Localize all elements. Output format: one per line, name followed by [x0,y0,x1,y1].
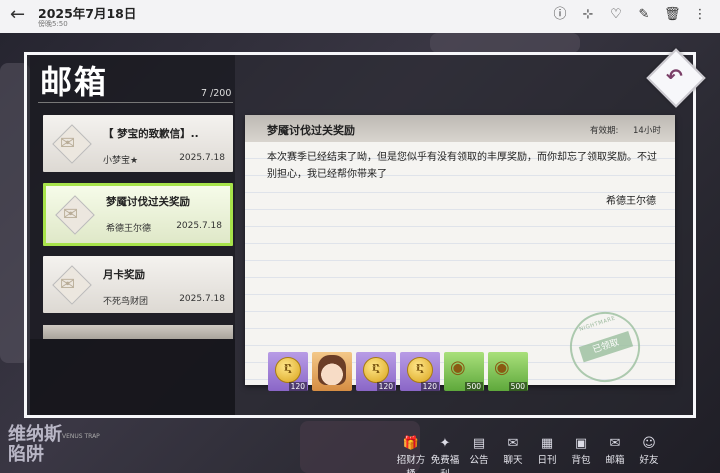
expire-label: 有效期: [590,126,619,136]
envelope-icon: ✉ [55,195,95,235]
nav-item-bag[interactable]: ▣ 背包 [565,436,597,473]
reward-qty: 120 [420,382,439,391]
coin-icon: Ⴀ [275,357,301,383]
more-icon[interactable]: ⋮ [692,7,708,23]
game-logo-subtitle: VENUS TRAP [62,433,100,440]
nav-item-daily[interactable]: ▦ 日刊 [531,436,563,473]
friends-icon: ☺ [642,436,656,451]
welfare-icon: ✦ [439,436,451,451]
reward-item-coin[interactable]: Ⴀ 120 [268,352,308,391]
mail-item-partial[interactable] [43,325,233,339]
nav-item-gift[interactable]: 🎁招财方桶 [395,436,427,473]
stamp-label: 已领取 [578,331,634,363]
reward-qty: 120 [288,382,307,391]
mail-detail-title: 梦魇讨伐过关奖励 [267,124,355,137]
mail-detail-body: 本次赛季已经结束了呦，但是您似乎有没有领取的丰厚奖励，而你却忘了领取奖励。不过别… [245,142,675,392]
notice-icon: ▤ [472,436,486,451]
viewer-toolbar: ← 2025年7月18日 傍晚5:50 ⓘ ⊹ ♡ ✎ 🗑 ⋮ [0,0,720,33]
mail-item-sender: 希德王尔德 [106,224,152,234]
nav-item-mail[interactable]: ✉ 邮箱 [599,436,631,473]
reward-qty: 500 [508,382,527,391]
mail-item-nightmare-reward[interactable]: ✉ 梦魇讨伐过关奖励 希德王尔德 2025.7.18 [43,183,233,246]
mail-item-monthly-card[interactable]: ✉ 月卡奖励 不死鸟财团 2025.7.18 [43,256,233,313]
coin-icon: Ⴀ [407,357,433,383]
delete-icon[interactable]: 🗑 [664,7,681,23]
mail-icon: ✉ [609,436,621,451]
envelope-icon: ✉ [52,124,92,164]
reward-item-coin[interactable]: Ⴀ 120 [356,352,396,391]
mail-detail: 梦魇讨伐过关奖励 有效期: 14小时 本次赛季已经结束了呦，但是您似乎有没有领取… [245,115,675,392]
list-fade [30,339,235,415]
mailbox-title: 邮箱 [40,63,109,101]
mail-item-title: 月卡奖励 [103,269,145,281]
reward-item-gold[interactable]: ◉ 500 [488,352,528,391]
mailbox-window: 邮箱 7 /200 ✉ 【 梦宝的致歉信】.. 小梦宝★ 2025.7.18 ✉… [24,52,696,418]
mail-item-date: 2025.7.18 [179,294,225,304]
mail-item-title: 【 梦宝的致歉信】.. [103,128,199,140]
gold-coins-icon: ◉ [450,357,466,378]
mail-body-text: 本次赛季已经结束了呦，但是您似乎有没有领取的丰厚奖励，而你却忘了领取奖励。不过别… [267,152,657,180]
reward-list: Ⴀ 120 Ⴀ 120 Ⴀ 120 ◉ 500 ◉ 500 [268,352,528,391]
mail-item-date: 2025.7.18 [176,221,222,231]
reward-qty: 120 [376,382,395,391]
mail-detail-header: 梦魇讨伐过关奖励 有效期: 14小时 [245,115,675,142]
bg-banner-right [430,33,580,53]
gift-icon: 🎁 [402,436,420,451]
divider [38,102,233,103]
claimed-stamp: NIGHTMARE 已领取 [560,302,650,392]
mail-item-title: 梦魇讨伐过关奖励 [106,196,190,208]
photo-time: 傍晚5:50 [38,20,68,28]
return-arrow-icon: ↶ [666,64,683,88]
envelope-icon: ✉ [52,265,92,305]
nav-item-notice[interactable]: ▤ 公告 [463,436,495,473]
mail-item-date: 2025.7.18 [179,153,225,163]
mail-list-pane: 邮箱 7 /200 ✉ 【 梦宝的致歉信】.. 小梦宝★ 2025.7.18 ✉… [30,55,235,415]
gold-coins-icon: ◉ [494,357,510,378]
favorite-icon[interactable]: ♡ [608,7,624,23]
expire-value: 14小时 [633,126,661,136]
arrow-left-icon[interactable]: ← [10,5,25,25]
back-button[interactable]: ↶ [646,48,706,108]
calendar-icon: ▦ [540,436,554,451]
mail-item-sender: 小梦宝★ [103,156,139,166]
edit-icon[interactable]: ✎ [636,7,652,23]
game-logo: 维纳斯 陷阱 [8,424,62,465]
mail-item-sender: 不死鸟财团 [103,297,149,307]
game-bottom-nav: 🎁招财方桶 ✦免费福利 ▤公告 ✉聊天 ▦日刊 ▣背包 ✉邮箱 ☺好友 [395,436,720,473]
nav-item-welfare[interactable]: ✦免费福利 [429,436,461,473]
info-icon[interactable]: ⓘ [552,7,568,23]
mail-count: 7 /200 [201,88,232,99]
viewer-actions: ⓘ ⊹ ♡ ✎ 🗑 ⋮ [552,7,708,23]
reward-item-avatar[interactable] [312,352,352,391]
coin-icon: Ⴀ [363,357,389,383]
reward-item-gold[interactable]: ◉ 500 [444,352,484,391]
nav-item-chat[interactable]: ✉ 聊天 [497,436,529,473]
reward-item-coin[interactable]: Ⴀ 120 [400,352,440,391]
avatar-icon [318,355,346,385]
bag-icon: ▣ [574,436,588,451]
chat-icon: ✉ [507,436,519,451]
reward-qty: 500 [464,382,483,391]
stamp-ring-text: NIGHTMARE [578,315,617,333]
mail-item-apology[interactable]: ✉ 【 梦宝的致歉信】.. 小梦宝★ 2025.7.18 [43,115,233,172]
share-icon[interactable]: ⊹ [580,7,596,23]
mail-signature: 希德王尔德 [606,196,656,207]
nav-item-friends[interactable]: ☺ 好友 [633,436,665,473]
